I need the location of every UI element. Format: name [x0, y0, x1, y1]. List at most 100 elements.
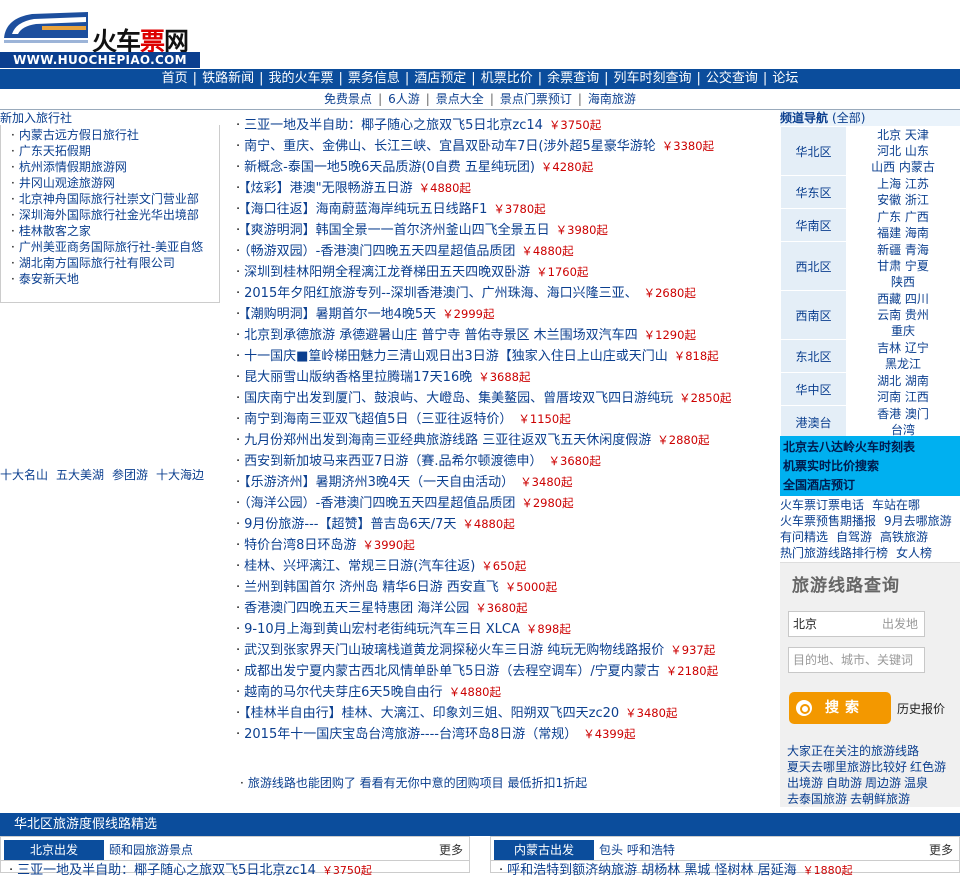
summer-palace-link[interactable]: 颐和园旅游景点 — [109, 840, 193, 860]
list-item[interactable]: · 呼和浩特到额济纳旅游 胡杨林 黑城 怪树林 居延海 ￥1880起 — [491, 861, 959, 881]
list-item[interactable]: · 2015年夕阳红旅游专列--深圳香港澳门、广州珠海、海口兴隆三亚、 ￥2680起 — [236, 283, 776, 304]
list-item[interactable]: · 香港澳门四晚五天三星特惠团 海洋公园 ￥3680起 — [236, 598, 776, 619]
list-item[interactable]: · （海洋公园）-香港澳门四晚五天四星超值品质团 ￥2980起 — [236, 493, 776, 514]
region-name[interactable]: 华东区 — [780, 175, 847, 209]
text-link[interactable]: 车站在哪 — [872, 498, 920, 512]
highlight-link[interactable]: 全国酒店预订 — [783, 476, 957, 495]
province-link[interactable]: 陕西 — [849, 274, 957, 290]
text-link[interactable]: 去泰国旅游 — [787, 792, 847, 806]
province-link[interactable]: 河南 江西 — [849, 389, 957, 405]
list-item[interactable]: · 9月份旅游---【超赞】普吉岛6天/7天 ￥4880起 — [236, 514, 776, 535]
region-name[interactable]: 华北区 — [780, 126, 847, 176]
list-item[interactable]: · 国庆南宁出发到厦门、鼓浪屿、大嶝岛、集美鳌园、曾厝垵双飞四日游纯玩 ￥2850起 — [236, 388, 776, 409]
list-item[interactable]: · 成都出发宁夏内蒙古西北风情单卧单飞5日游（去程空调车）/宁夏内蒙古 ￥2180起 — [236, 661, 776, 682]
history-price-link[interactable]: 历史报价 — [897, 700, 945, 717]
agency-item[interactable]: · 广州美亚商务国际旅行社-美亚自悠 — [11, 239, 219, 255]
province-link[interactable]: 安徽 浙江 — [849, 192, 957, 208]
list-item[interactable]: · （畅游双园）-香港澳门四晚五天四星超值品质团 ￥4880起 — [236, 241, 776, 262]
nav-item[interactable]: 论坛 — [772, 71, 798, 86]
agency-item[interactable]: · 广东天拓假期 — [11, 143, 219, 159]
departure-input[interactable]: 北京 出发地 — [788, 611, 925, 637]
province-link[interactable]: 广东 广西 — [849, 209, 957, 225]
tab-beijing[interactable]: 北京出发 — [4, 840, 104, 860]
list-item[interactable]: · 桂林、兴坪漓江、常规三日游(汽车往返) ￥650起 — [236, 556, 776, 577]
list-item[interactable]: · 北京到承德旅游 承德避暑山庄 普宁寺 普佑寺景区 木兰围场双汽车四 ￥1290起 — [236, 325, 776, 346]
province-link[interactable]: 湖北 湖南 — [849, 373, 957, 389]
agency-item[interactable]: · 桂林散客之家 — [11, 223, 219, 239]
province-link[interactable]: 西藏 四川 — [849, 291, 957, 307]
text-link[interactable]: 热门旅游线路排行榜 — [780, 546, 888, 560]
province-link[interactable]: 香港 澳门 — [849, 406, 957, 422]
more-link[interactable]: 更多 — [929, 840, 953, 860]
nav-item[interactable]: 酒店预定 — [414, 71, 466, 86]
subnav-item[interactable]: 免费景点 — [324, 92, 372, 106]
search-button[interactable]: 搜索 — [789, 692, 891, 724]
province-link[interactable]: 山西 内蒙古 — [849, 159, 957, 175]
province-link[interactable]: 云南 贵州 — [849, 307, 957, 323]
province-link[interactable]: 黑龙江 — [849, 356, 957, 372]
text-link[interactable]: 温泉 — [904, 776, 928, 790]
region-name[interactable]: 港澳台 — [780, 405, 847, 439]
province-link[interactable]: 甘肃 宁夏 — [849, 258, 957, 274]
province-link[interactable]: 新疆 青海 — [849, 242, 957, 258]
text-link[interactable]: 高铁旅游 — [880, 530, 928, 544]
list-item[interactable]: · 南宁到海南三亚双飞超值5日（三亚往返特价） ￥1150起 — [236, 409, 776, 430]
text-link[interactable]: 9月去哪旅游 — [884, 514, 952, 528]
list-item[interactable]: · 深圳到桂林阳朔全程漓江龙脊梯田五天四晚双卧游 ￥1760起 — [236, 262, 776, 283]
nav-item[interactable]: 机票比价 — [481, 71, 533, 86]
text-link[interactable]: 自驾游 — [836, 530, 872, 544]
list-item[interactable]: · 9-10月上海到黄山宏村老街纯玩汽车三日 XLCA ￥898起 — [236, 619, 776, 640]
site-logo[interactable]: 火车票网 WWW.HUOCHEPIAO.COM — [0, 4, 200, 68]
famous-link[interactable]: 十大名山 — [0, 468, 48, 482]
nav-item[interactable]: 票务信息 — [348, 71, 400, 86]
highlight-link[interactable]: 机票实时比价搜索 — [783, 457, 957, 476]
more-link[interactable]: 更多 — [439, 840, 463, 860]
list-item[interactable]: · 三亚一地及半自助：椰子随心之旅双飞5日北京zc14 ￥3750起 — [1, 861, 469, 881]
province-link[interactable]: 吉林 辽宁 — [849, 340, 957, 356]
region-name[interactable]: 西北区 — [780, 241, 847, 291]
list-item[interactable]: · 越南的马尔代夫芽庄6天5晚自由行 ￥4880起 — [236, 682, 776, 703]
province-link[interactable]: 北京 天津 — [849, 127, 957, 143]
text-link[interactable]: 红色游 — [910, 760, 946, 774]
destination-input[interactable]: 目的地、城市、关键词 — [788, 647, 925, 673]
list-item[interactable]: · 特价台湾8日环岛游 ￥3990起 — [236, 535, 776, 556]
nav-item[interactable]: 余票查询 — [547, 71, 599, 86]
text-link[interactable]: 女人榜 — [896, 546, 932, 560]
text-link[interactable]: 有问精选 — [780, 530, 828, 544]
list-item[interactable]: · 十一国庆■篁岭梯田魅力三清山观日出3日游【独家入住日上山庄或天门山 ￥818起 — [236, 346, 776, 367]
agency-item[interactable]: · 北京神舟国际旅行社崇文门营业部 — [11, 191, 219, 207]
agency-item[interactable]: · 杭州添情假期旅游网 — [11, 159, 219, 175]
agency-item[interactable]: · 泰安新天地 — [11, 271, 219, 287]
subnav-item[interactable]: 6人游 — [388, 92, 420, 106]
region-name[interactable]: 东北区 — [780, 339, 847, 373]
province-link[interactable]: 福建 海南 — [849, 225, 957, 241]
agency-item[interactable]: · 湖北南方国际旅行社有限公司 — [11, 255, 219, 271]
text-link[interactable]: 夏天去哪里旅游比较好 — [787, 760, 907, 774]
famous-link[interactable]: 五大美湖 — [56, 468, 104, 482]
list-item[interactable]: · 【爽游明洞】韩国全景一一首尔济州釜山四飞全景五日 ￥3980起 — [236, 220, 776, 241]
text-link[interactable]: 自助游 — [826, 776, 862, 790]
list-item[interactable]: · 武汉到张家界天门山玻璃栈道黄龙洞探秘火车三日游 纯玩无购物线路报价 ￥937起 — [236, 640, 776, 661]
nav-item[interactable]: 首页 — [162, 71, 188, 86]
channel-all-link[interactable]: (全部) — [832, 111, 865, 125]
nav-item[interactable]: 公交查询 — [706, 71, 758, 86]
list-item[interactable]: · 【桂林半自由行】桂林、大漓江、印象刘三姐、阳朔双飞四天zc20 ￥3480起 — [236, 703, 776, 724]
famous-link[interactable]: 参团游 — [112, 468, 148, 482]
text-link[interactable]: 火车票预售期播报 — [780, 514, 876, 528]
subnav-item[interactable]: 景点门票预订 — [500, 92, 572, 106]
list-item[interactable]: · 西安到新加坡马来西亚7日游（賽.品希尔顿渡德申） ￥3680起 — [236, 451, 776, 472]
list-item[interactable]: · 新概念-泰国一地5晚6天品质游(0自费 五星纯玩团) ￥4280起 — [236, 157, 776, 178]
agency-item[interactable]: · 内蒙古远方假日旅行社 — [11, 127, 219, 143]
nav-item[interactable]: 我的火车票 — [268, 71, 333, 86]
tab-inner-mongolia[interactable]: 内蒙古出发 — [494, 840, 594, 860]
new-agencies-title[interactable]: 新加入旅行社 — [0, 111, 222, 125]
list-item[interactable]: · 三亚一地及半自助：椰子随心之旅双飞5日北京zc14 ￥3750起 — [236, 115, 776, 136]
text-link[interactable]: 大家正在关注的旅游线路 — [787, 744, 919, 758]
region-name[interactable]: 华南区 — [780, 208, 847, 242]
subnav-item[interactable]: 海南旅游 — [588, 92, 636, 106]
nav-item[interactable]: 列车时刻查询 — [614, 71, 692, 86]
list-item[interactable]: · 2015年十一国庆宝岛台湾旅游----台湾环岛8日游（常规） ￥4399起 — [236, 724, 776, 745]
list-item[interactable]: · 九月份郑州出发到海南三亚经典旅游线路 三亚往返双飞五天休闲度假游 ￥2880起 — [236, 430, 776, 451]
text-link[interactable]: 周边游 — [865, 776, 901, 790]
agency-item[interactable]: · 深圳海外国际旅行社金光华出境部 — [11, 207, 219, 223]
